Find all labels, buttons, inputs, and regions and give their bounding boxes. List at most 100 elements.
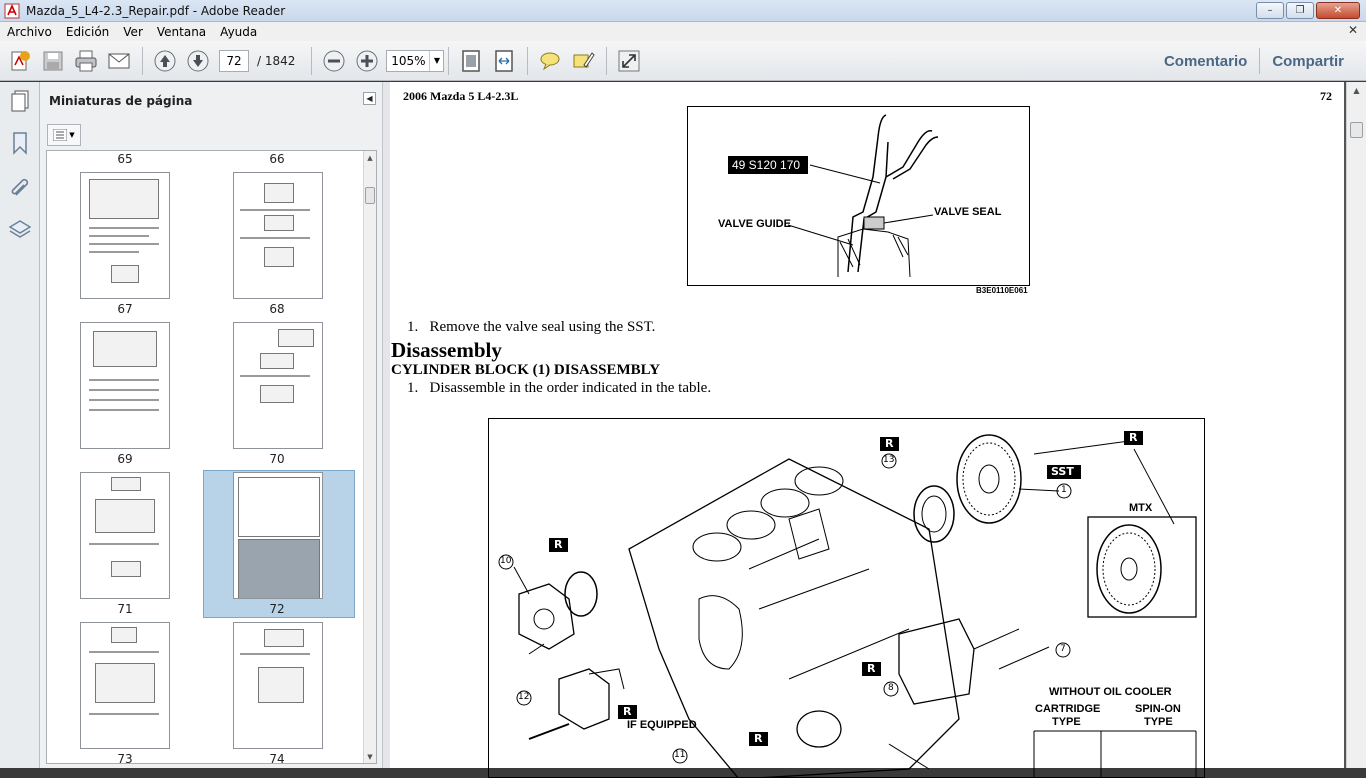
scroll-up-arrow-icon[interactable]: ▲ — [364, 151, 376, 164]
panel-header: Miniaturas de página ◀ — [40, 82, 382, 120]
page-number-input[interactable]: 72 — [219, 49, 249, 72]
envelope-icon — [108, 53, 130, 68]
full-screen-button[interactable] — [615, 47, 643, 75]
badge-r: R — [885, 437, 894, 450]
fit-width-button[interactable] — [490, 47, 518, 75]
scroll-up-arrow-icon[interactable]: ▲ — [1347, 82, 1366, 99]
valve-seal-drawing — [728, 114, 939, 278]
page-thumbnail[interactable] — [233, 322, 323, 449]
navigation-rail — [0, 82, 40, 768]
thumbnail-scrollbar[interactable]: ▲ ▼ — [363, 151, 376, 763]
attachments-tab[interactable] — [7, 174, 33, 200]
step-disassemble-order: 1. Disassemble in the order indicated in… — [407, 380, 712, 396]
cylinder-block-figure: 13 1 10 7 8 12 11 R R SST R R R R MTX IF… — [488, 418, 1205, 778]
menu-ayuda[interactable]: Ayuda — [213, 25, 264, 39]
valve-seal-figure: 49 S120 170 VALVE GUIDE VALVE SEAL — [687, 106, 1030, 286]
panel-options-button[interactable]: ▼ — [47, 124, 81, 146]
zoom-in-button[interactable] — [353, 47, 381, 75]
bookmarks-tab[interactable] — [7, 130, 33, 156]
page-header-title: 2006 Mazda 5 L4-2.3L — [403, 89, 519, 103]
badge-sst: SST — [1051, 465, 1074, 478]
scrollbar-thumb[interactable] — [365, 187, 375, 204]
pages-icon — [11, 90, 29, 112]
create-pdf-button[interactable] — [6, 47, 34, 75]
thumbnail-label: 67 — [117, 302, 133, 316]
minus-icon — [323, 50, 345, 71]
cartridge-type-label: TYPE — [1052, 716, 1081, 728]
save-button[interactable] — [39, 47, 67, 75]
next-page-button[interactable] — [184, 47, 212, 75]
email-button[interactable] — [105, 47, 133, 75]
thumbnail-label: 70 — [269, 452, 285, 466]
speech-bubble-icon — [540, 52, 560, 70]
save-icon — [43, 51, 63, 70]
page-thumbnail[interactable] — [233, 172, 323, 299]
page-thumbnail[interactable] — [80, 622, 170, 749]
minimize-button[interactable]: – — [1256, 2, 1284, 19]
menu-ventana[interactable]: Ventana — [150, 25, 213, 39]
chevron-down-icon[interactable]: ▼ — [429, 50, 443, 71]
layers-icon — [8, 220, 32, 238]
toolbar-separator — [311, 46, 313, 75]
previous-page-button[interactable] — [151, 47, 179, 75]
highlighter-icon — [573, 51, 596, 68]
thumbnails-panel: Miniaturas de página ◀ ▼ 65 66 67 68 69 … — [40, 82, 382, 768]
thumbnail-label: 74 — [269, 752, 285, 764]
page-thumbnail[interactable] — [80, 172, 170, 299]
zoom-value: 105% — [391, 53, 426, 68]
options-menu-icon — [53, 129, 68, 141]
print-button[interactable] — [72, 47, 100, 75]
document-scrollbar[interactable]: ▲ — [1346, 82, 1366, 768]
chevron-down-icon: ▼ — [69, 131, 75, 139]
layers-tab[interactable] — [7, 216, 33, 242]
badge-r: R — [867, 662, 876, 675]
menu-ver[interactable]: Ver — [116, 25, 150, 39]
spin-on-type-label: TYPE — [1144, 716, 1173, 728]
fit-page-button[interactable] — [457, 47, 485, 75]
document-viewer: 2006 Mazda 5 L4-2.3L 72 49 S120 170 VALV… — [390, 82, 1366, 778]
callout-10: 10 — [500, 556, 512, 566]
mtx-label: MTX — [1129, 502, 1153, 514]
page-thumbnails-tab[interactable] — [7, 88, 33, 114]
paperclip-icon — [11, 178, 29, 196]
menu-archivo[interactable]: Archivo — [0, 25, 59, 39]
scroll-down-arrow-icon[interactable]: ▼ — [364, 750, 376, 763]
thumbnail-list[interactable]: 65 66 67 68 69 70 71 72 73 74 ▲ ▼ — [46, 150, 377, 764]
without-oil-cooler-label: WITHOUT OIL COOLER — [1049, 686, 1172, 698]
fit-width-icon — [495, 49, 514, 72]
thumbnail-label: 66 — [269, 152, 285, 166]
scrollbar-thumb[interactable] — [1350, 122, 1363, 138]
share-link[interactable]: Compartir — [1260, 53, 1356, 70]
document-close-button[interactable]: ✕ — [1348, 23, 1358, 37]
adobe-reader-icon — [4, 3, 20, 18]
menu-edicion[interactable]: Edición — [59, 25, 116, 39]
panel-splitter[interactable] — [382, 82, 390, 768]
maximize-button[interactable]: ❐ — [1286, 2, 1314, 19]
thumbnail-label: 72 — [269, 602, 285, 616]
thumbnail-label: 69 — [117, 452, 133, 466]
create-pdf-icon — [11, 50, 30, 70]
cartridge-label: CARTRIDGE — [1035, 703, 1101, 715]
highlight-button[interactable] — [569, 47, 597, 75]
callout-8: 8 — [888, 683, 894, 693]
figure-code: B3E0110E061 — [976, 286, 1028, 295]
thumbnail-label: 73 — [117, 752, 133, 764]
spin-on-label: SPIN-ON — [1135, 703, 1181, 715]
page-thumbnail[interactable] — [80, 472, 170, 599]
comment-link[interactable]: Comentario — [1152, 53, 1259, 70]
panel-title: Miniaturas de página — [49, 94, 193, 108]
sticky-note-button[interactable] — [536, 47, 564, 75]
page-thumbnail[interactable] — [80, 322, 170, 449]
thumbnail-label: 65 — [117, 152, 133, 166]
section-heading: Disassembly — [391, 338, 502, 362]
toolbar-separator — [448, 46, 450, 75]
zoom-select[interactable]: 105% ▼ — [386, 49, 445, 72]
page-thumbnail[interactable] — [233, 622, 323, 749]
zoom-out-button[interactable] — [320, 47, 348, 75]
collapse-panel-button[interactable]: ◀ — [363, 92, 376, 105]
badge-r: R — [554, 538, 563, 551]
close-button[interactable]: ✕ — [1316, 2, 1360, 19]
page-thumbnail[interactable] — [233, 472, 323, 599]
arrow-up-icon — [154, 50, 176, 71]
callout-11: 11 — [674, 750, 686, 760]
